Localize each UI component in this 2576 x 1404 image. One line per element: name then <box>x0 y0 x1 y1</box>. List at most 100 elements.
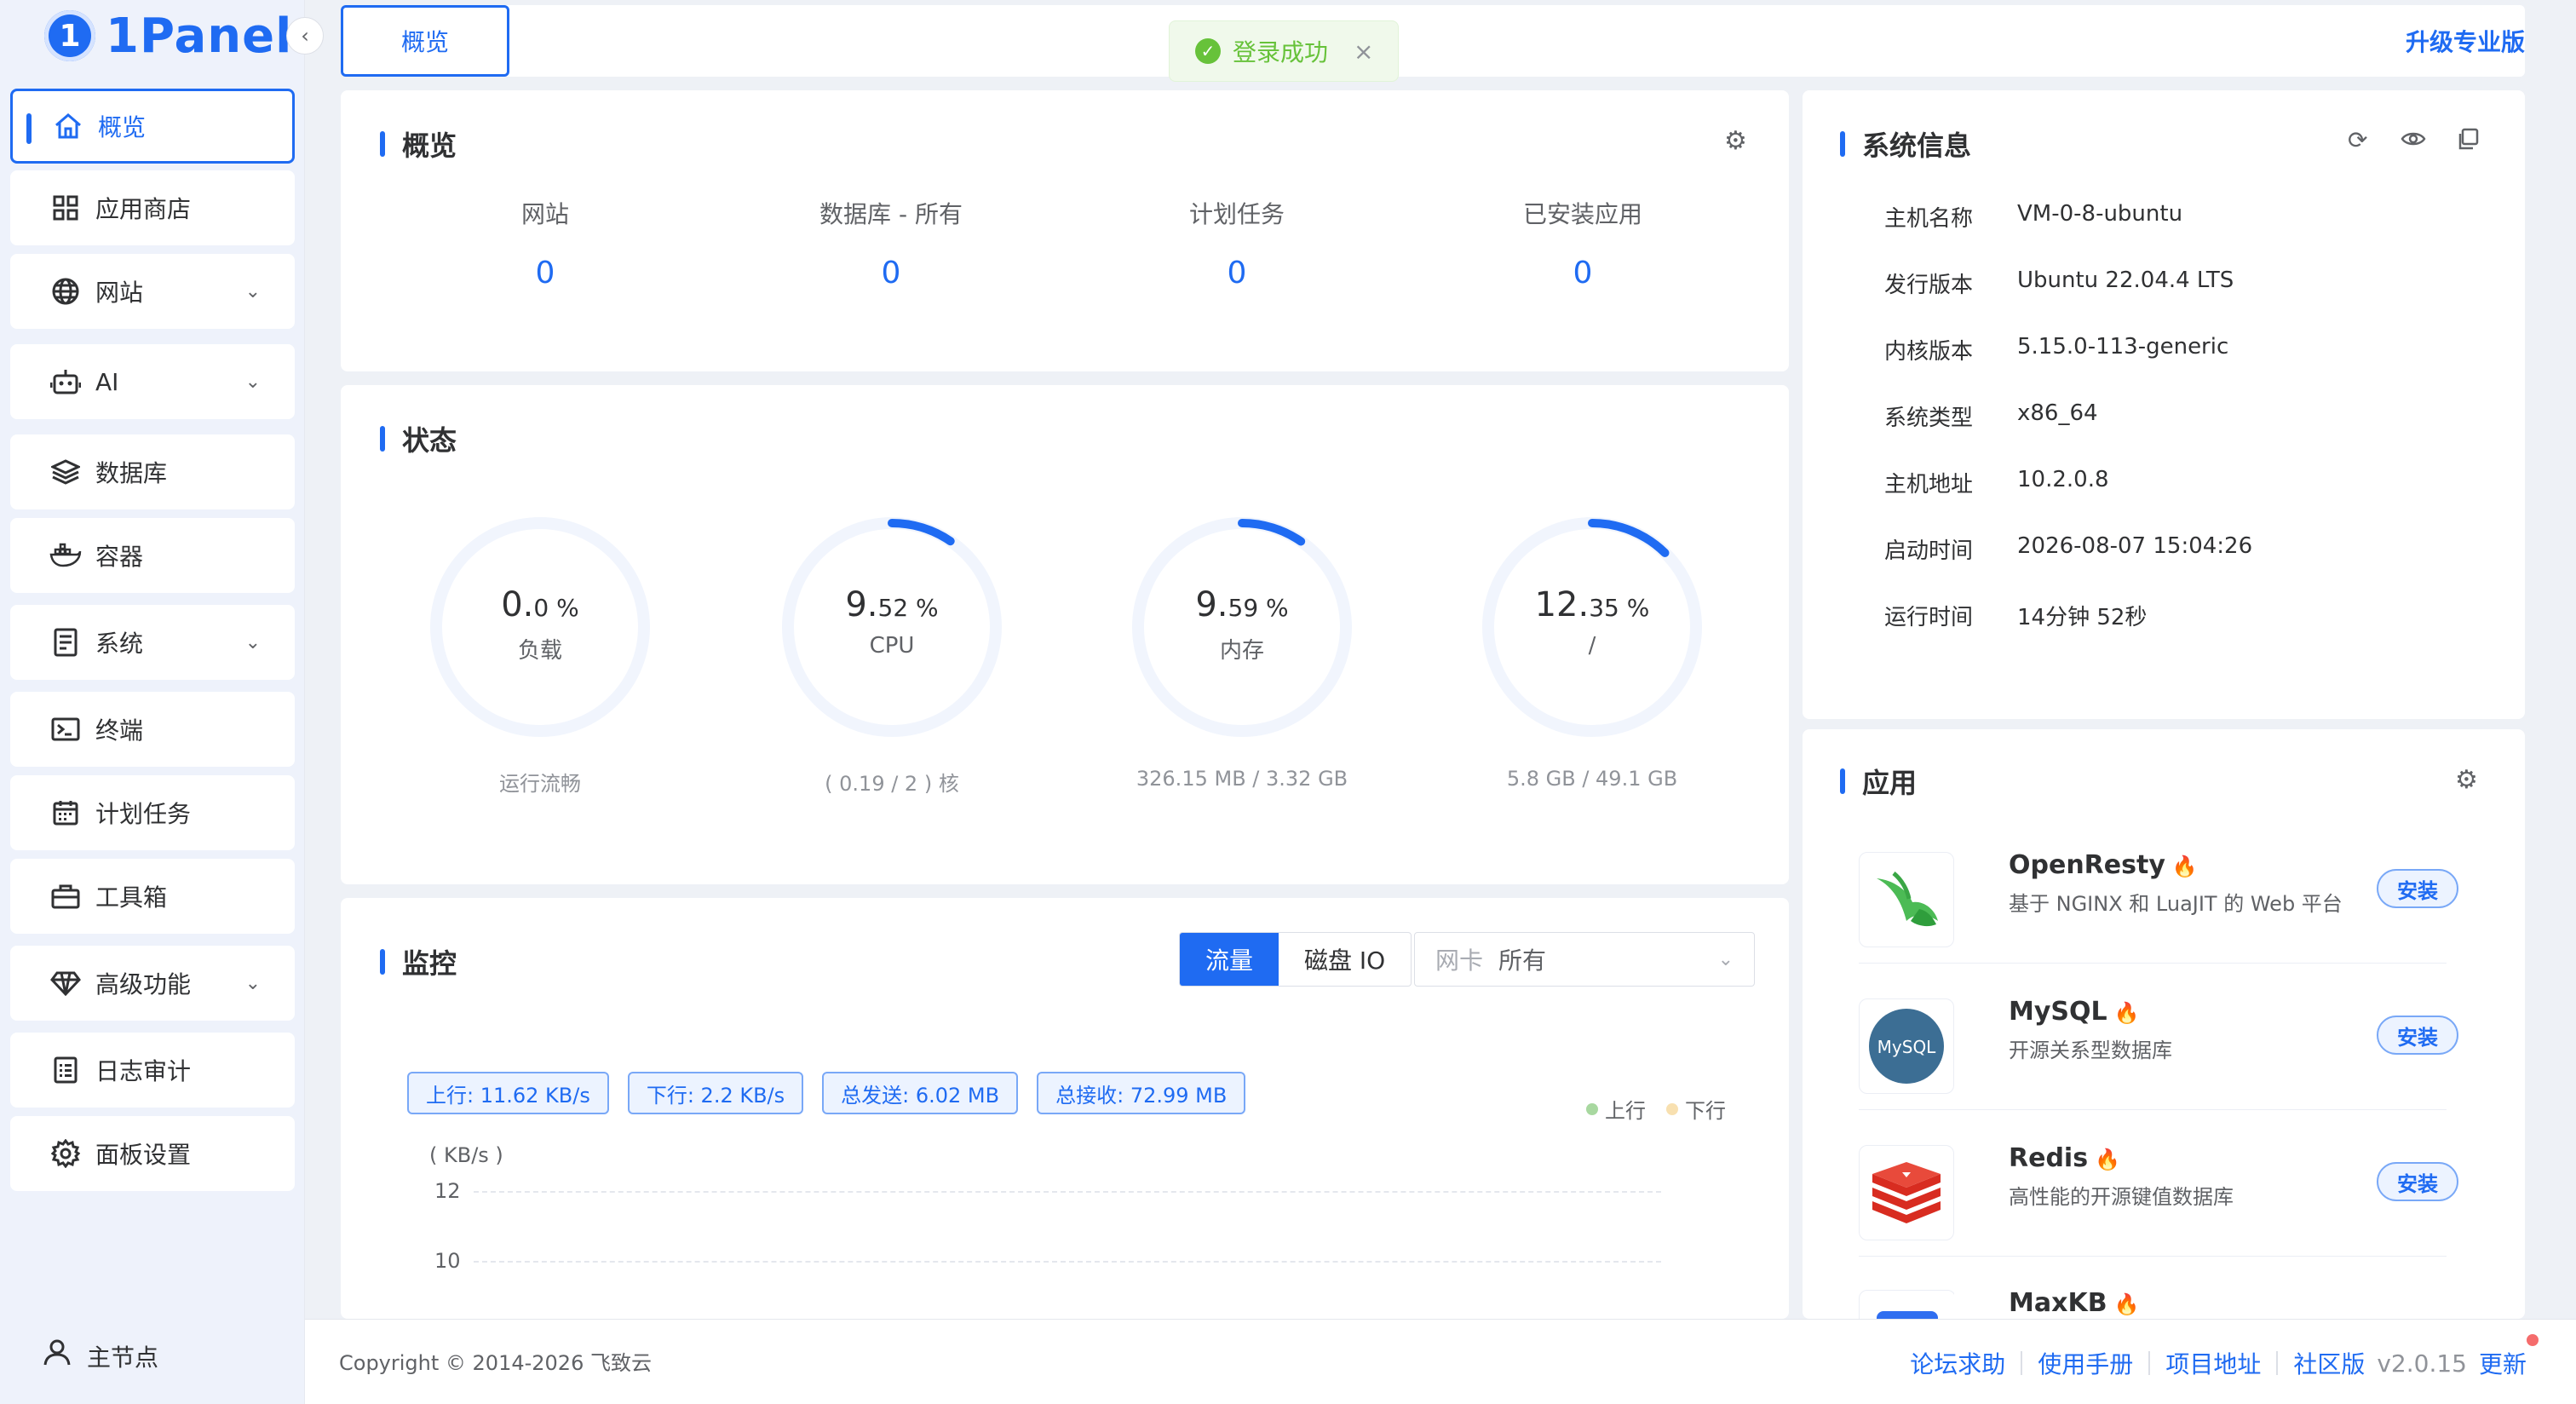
sidebar-item-overview[interactable]: 概览 <box>10 89 295 164</box>
stat-value: 0 <box>1227 256 1247 291</box>
chevron-down-icon: ⌄ <box>244 371 261 393</box>
tag-total-received: 总接收: 72.99 MB <box>1037 1072 1246 1114</box>
sidebar-item-log-audit[interactable]: 日志审计 <box>10 1033 295 1108</box>
app-item-redis[interactable]: Redis 🔥 高性能的开源键值数据库 <box>2009 1143 2234 1210</box>
copy-icon[interactable] <box>2457 128 2479 156</box>
fire-icon: 🔥 <box>2113 1292 2140 1316</box>
gauge-memory-footer: 326.15 MB / 3.32 GB <box>1136 767 1348 791</box>
sysinfo-value: 10.2.0.8 <box>2017 467 2109 492</box>
gauge-text: 9.59 % 内存 <box>1130 585 1354 665</box>
gear-icon[interactable]: ⚙ <box>2455 765 2478 795</box>
sidebar-item-settings[interactable]: 面板设置 <box>10 1116 295 1191</box>
collapse-sidebar-button[interactable]: ‹ <box>286 17 324 55</box>
sidebar-item-toolbox[interactable]: 工具箱 <box>10 859 295 934</box>
tag-total-sent: 总发送: 6.02 MB <box>822 1072 1019 1114</box>
check-circle-icon: ✓ <box>1195 38 1221 64</box>
divider <box>2021 1351 2023 1375</box>
logo-text: 1Panel <box>106 8 293 64</box>
stat-installed-apps[interactable]: 已安装应用 0 <box>1455 196 1711 291</box>
sidebar-item-label: 终端 <box>95 716 144 745</box>
app-desc: 开源关系型数据库 <box>2009 1039 2172 1062</box>
link-update[interactable]: 更新 <box>2479 1346 2527 1380</box>
sidebar-item-cronjob[interactable]: 计划任务 <box>10 775 295 850</box>
legend-up-dot <box>1586 1102 1598 1115</box>
gauge-value-int: 12. <box>1534 585 1590 624</box>
app-item-maxkb[interactable]: MaxKB 🔥 <box>2009 1288 2139 1319</box>
stat-label: 网站 <box>520 200 569 228</box>
eye-icon[interactable] <box>2401 126 2426 154</box>
toolbox-icon <box>49 883 82 910</box>
divider <box>1859 1109 2447 1110</box>
maxkb-logo-icon <box>1859 1290 1954 1319</box>
app-item-openresty[interactable]: OpenResty 🔥 基于 NGINX 和 LuaJIT 的 Web 平台 <box>2009 850 2343 917</box>
link-forum[interactable]: 论坛求助 <box>1910 1346 2005 1380</box>
app-desc: 高性能的开源键值数据库 <box>2009 1185 2234 1209</box>
gauge-label: 负载 <box>517 638 562 664</box>
sidebar-item-system[interactable]: 系统 ⌄ <box>10 605 295 680</box>
stat-value: 0 <box>535 256 555 291</box>
upgrade-pro-link[interactable]: 升级专业版 <box>2406 24 2525 58</box>
sysinfo-value: VM-0-8-ubuntu <box>2017 201 2183 227</box>
gauge-unit: % <box>1258 594 1289 622</box>
layers-icon <box>49 458 82 486</box>
sysinfo-row: 主机名称 VM-0-8-ubuntu <box>1884 201 2182 233</box>
robot-icon <box>49 367 82 396</box>
nic-select[interactable]: 网卡 所有 ⌄ <box>1414 932 1755 987</box>
stat-database[interactable]: 数据库 - 所有 0 <box>763 196 1019 291</box>
sidebar-item-ai[interactable]: AI ⌄ <box>10 344 295 419</box>
refresh-icon[interactable]: ⟳ <box>2348 126 2367 154</box>
logo[interactable]: 1 1Panel <box>44 7 292 65</box>
terminal-icon <box>49 716 82 742</box>
gauge-label: 内存 <box>1219 638 1264 664</box>
gauge-label: / <box>1588 633 1596 659</box>
install-openresty-button[interactable]: 安装 <box>2377 869 2458 908</box>
node-switcher[interactable]: 主节点 <box>43 1338 158 1374</box>
stat-label: 已安装应用 <box>1522 200 1642 228</box>
close-icon[interactable]: × <box>1354 37 1373 66</box>
gear-icon[interactable]: ⚙ <box>1724 126 1747 156</box>
overview-title: 概览 <box>380 124 457 164</box>
sidebar-item-label: 概览 <box>98 113 147 141</box>
sysinfo-value: 14分钟 52秒 <box>2017 605 2148 630</box>
gauge-load: 0.0 % 负载 <box>428 515 652 739</box>
sidebar-item-label: 日志审计 <box>95 1057 192 1085</box>
openresty-logo-icon <box>1859 852 1954 947</box>
sidebar-item-terminal[interactable]: 终端 <box>10 692 295 767</box>
sidebar-item-label: 系统 <box>95 630 144 658</box>
app-name-row: Redis 🔥 <box>2009 1143 2234 1173</box>
legend-up-label[interactable]: 上行 <box>1605 1094 1646 1124</box>
sidebar-item-website[interactable]: 网站 ⌄ <box>10 254 295 329</box>
install-redis-button[interactable]: 安装 <box>2377 1162 2458 1201</box>
apps-title: 应用 <box>1840 762 1917 801</box>
sysinfo-value: 2026-08-07 15:04:26 <box>2017 533 2253 559</box>
footer-links: 论坛求助 使用手册 项目地址 社区版 v2.0.15 更新 <box>1910 1346 2527 1380</box>
sidebar-item-label: 容器 <box>95 543 144 571</box>
divider <box>2148 1351 2151 1375</box>
globe-icon <box>49 277 82 306</box>
stat-cronjob[interactable]: 计划任务 0 <box>1109 196 1365 291</box>
sysinfo-row: 运行时间 14分钟 52秒 <box>1884 600 2147 631</box>
legend-down-label[interactable]: 下行 <box>1685 1094 1726 1124</box>
install-mysql-button[interactable]: 安装 <box>2377 1016 2458 1055</box>
tag-upload-speed: 上行: 11.62 KB/s <box>407 1072 609 1114</box>
sysinfo-value: x86_64 <box>2017 400 2098 426</box>
sidebar-item-advanced[interactable]: 高级功能 ⌄ <box>10 946 295 1021</box>
sidebar-item-container[interactable]: 容器 <box>10 518 295 593</box>
version: v2.0.15 <box>2377 1349 2467 1378</box>
link-community-edition[interactable]: 社区版 <box>2293 1346 2365 1380</box>
gauge-unit: % <box>908 594 939 622</box>
sysinfo-row: 发行版本 Ubuntu 22.04.4 LTS <box>1884 268 2234 299</box>
app-item-mysql[interactable]: MySQL 🔥 开源关系型数据库 <box>2009 997 2172 1063</box>
sidebar-item-appstore[interactable]: 应用商店 <box>10 170 295 245</box>
link-project[interactable]: 项目地址 <box>2165 1346 2261 1380</box>
stat-website[interactable]: 网站 0 <box>417 196 673 291</box>
app-desc: 基于 NGINX 和 LuaJIT 的 Web 平台 <box>2009 892 2343 916</box>
tab-traffic[interactable]: 流量 <box>1180 933 1279 986</box>
chevron-down-icon: ⌄ <box>244 631 261 653</box>
sidebar-item-database[interactable]: 数据库 <box>10 434 295 509</box>
app-name-row: MaxKB 🔥 <box>2009 1288 2139 1318</box>
tab-disk-io[interactable]: 磁盘 IO <box>1279 933 1411 986</box>
tab-overview[interactable]: 概览 <box>341 5 509 77</box>
y-tick: 12 <box>434 1179 461 1203</box>
link-manual[interactable]: 使用手册 <box>2038 1346 2133 1380</box>
